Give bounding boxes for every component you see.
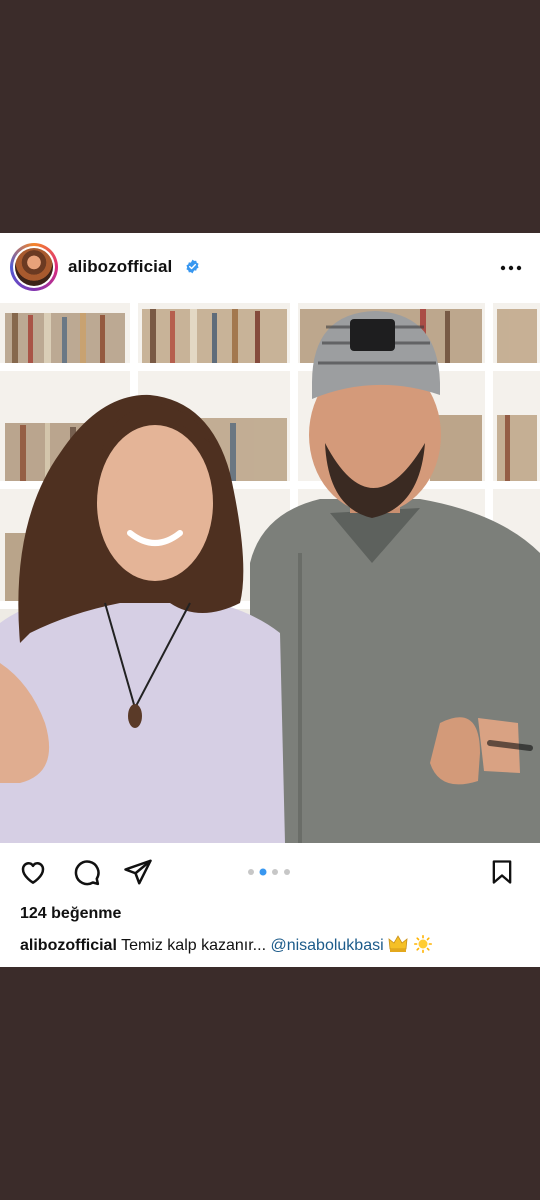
avatar-photo	[15, 248, 53, 286]
profile-avatar[interactable]	[10, 243, 58, 291]
carousel-dot	[284, 869, 290, 875]
caption-username[interactable]: alibozofficial	[20, 937, 117, 954]
post-actions-bar	[0, 853, 540, 893]
carousel-dot	[248, 869, 254, 875]
save-bookmark-icon[interactable]	[488, 857, 516, 887]
photo-illustration	[0, 303, 540, 843]
caption-text: Temiz kalp kazanır...	[116, 937, 271, 954]
carousel-dot-active	[259, 868, 267, 876]
like-heart-icon[interactable]	[18, 857, 48, 887]
verified-badge-icon	[186, 259, 199, 274]
post-photo[interactable]	[0, 303, 540, 843]
instagram-post-card: alibozofficial 124 beğenme alibozofficia…	[0, 233, 540, 967]
crown-emoji-icon	[388, 935, 408, 952]
caption-mention[interactable]: @nisabolukbasi	[270, 937, 383, 954]
post-header: alibozofficial	[0, 233, 540, 303]
post-caption: alibozofficial Temiz kalp kazanır... @ni…	[20, 935, 433, 955]
carousel-dots	[248, 868, 290, 876]
carousel-dot	[272, 869, 278, 875]
likes-count[interactable]: 124 beğenme	[20, 905, 121, 923]
more-options-icon[interactable]	[500, 261, 522, 275]
share-paper-plane-icon[interactable]	[123, 857, 153, 887]
post-username[interactable]: alibozofficial	[68, 257, 172, 277]
sun-emoji-icon	[413, 935, 432, 953]
comment-bubble-icon[interactable]	[71, 857, 101, 887]
